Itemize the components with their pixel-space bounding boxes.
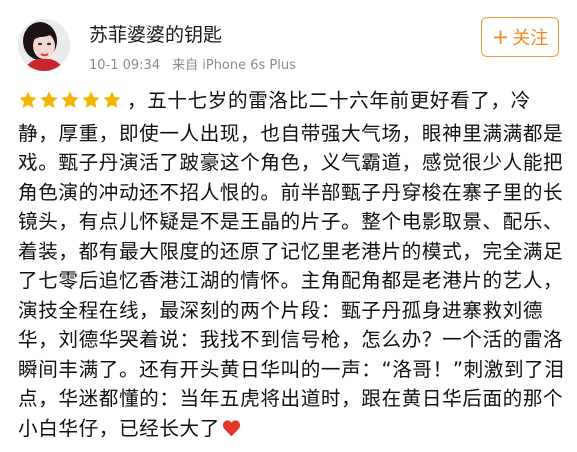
username[interactable]: 苏菲婆婆的钥匙 (89, 20, 222, 47)
star-rating (18, 89, 123, 119)
timestamp: 10-1 09:34 (89, 58, 161, 73)
star-icon (103, 91, 121, 108)
review-header: 苏菲婆婆的钥匙 10-1 09:34 来自 iPhone 6s Plus + 关注 (0, 0, 577, 80)
device-source: 来自 iPhone 6s Plus (172, 58, 296, 73)
star-icon (82, 91, 100, 108)
review-text: ，五十七岁的雷洛比二十六年前更好看了，冷静，厚重，即使一人出现，也自带强大气场，… (18, 89, 565, 440)
follow-button[interactable]: + 关注 (481, 17, 559, 57)
review-body: ，五十七岁的雷洛比二十六年前更好看了，冷静，厚重，即使一人出现，也自带强大气场，… (18, 86, 566, 443)
plus-icon: + (491, 24, 510, 49)
post-meta: 10-1 09:34 来自 iPhone 6s Plus (89, 54, 296, 73)
avatar[interactable] (18, 19, 70, 71)
avatar-photo-icon (18, 19, 70, 71)
star-icon (19, 91, 37, 108)
red-heart-icon (222, 419, 240, 436)
follow-label: 关注 (512, 28, 549, 49)
star-icon (61, 91, 79, 108)
star-icon (40, 91, 58, 108)
